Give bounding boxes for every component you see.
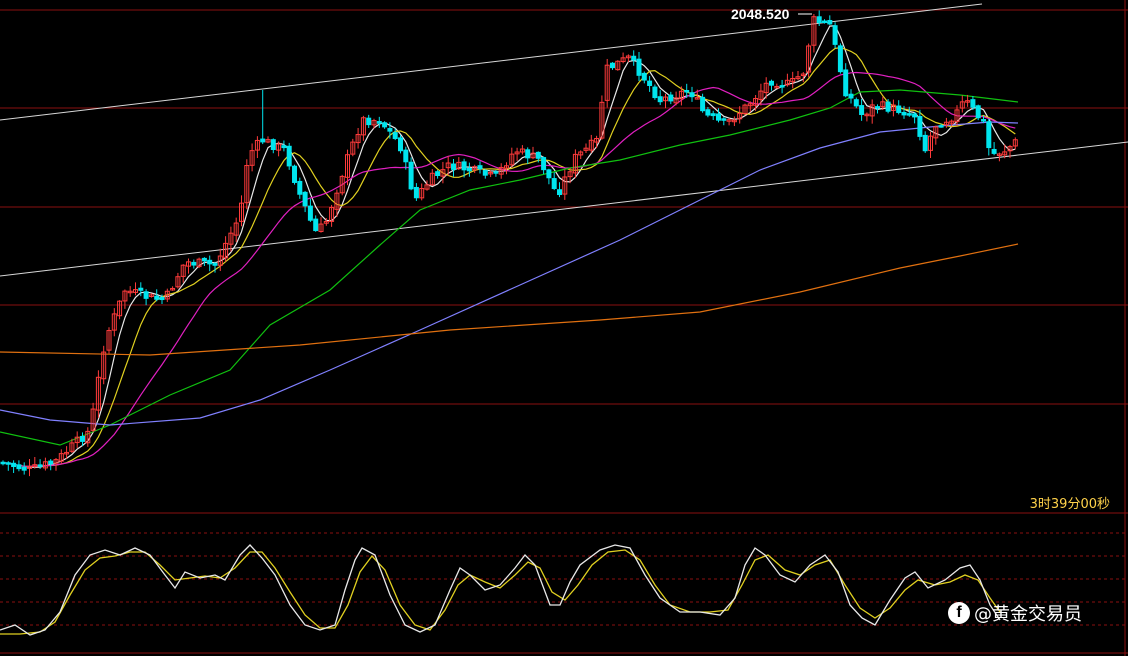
candle-body bbox=[493, 171, 499, 174]
candle-body bbox=[138, 287, 144, 291]
candle-body bbox=[191, 261, 197, 266]
candle-body bbox=[885, 101, 891, 112]
candle-body bbox=[0, 461, 6, 465]
candle-body bbox=[207, 259, 213, 265]
candle-body bbox=[382, 122, 388, 128]
candle-body bbox=[689, 92, 695, 98]
candle-body bbox=[16, 464, 22, 470]
candle-body bbox=[5, 462, 11, 465]
stoch-k-line bbox=[0, 544, 1001, 636]
candle-body bbox=[451, 163, 456, 170]
candle-body bbox=[906, 113, 912, 116]
candle-body bbox=[302, 191, 308, 207]
candle-body bbox=[875, 106, 880, 109]
candle-body bbox=[154, 295, 160, 300]
facebook-icon: f bbox=[948, 602, 970, 624]
candle-body bbox=[684, 90, 690, 93]
candle-body bbox=[636, 58, 642, 76]
candle-body bbox=[313, 218, 319, 232]
candle-body bbox=[700, 96, 706, 112]
candle-body bbox=[435, 171, 441, 176]
candle-body bbox=[143, 291, 149, 299]
candle-body bbox=[159, 296, 165, 301]
candle-body bbox=[647, 80, 653, 86]
candle-body bbox=[292, 165, 297, 183]
ma60-line bbox=[0, 89, 1019, 446]
candle-body bbox=[11, 462, 17, 468]
candle-body bbox=[901, 111, 907, 116]
candle-body bbox=[541, 157, 547, 171]
candle-body bbox=[938, 125, 944, 128]
candle-body bbox=[21, 466, 27, 471]
candle-body bbox=[641, 72, 647, 81]
candle-body bbox=[482, 170, 488, 176]
candle-body bbox=[981, 119, 986, 122]
candle-body bbox=[822, 20, 827, 24]
candle-body bbox=[848, 93, 854, 99]
candle-body bbox=[551, 178, 557, 190]
candle-body bbox=[387, 128, 393, 132]
candle-body bbox=[705, 109, 711, 116]
candle-body bbox=[557, 189, 562, 196]
candle-body bbox=[376, 121, 382, 124]
candle-body bbox=[721, 118, 727, 121]
candle-body bbox=[843, 69, 849, 97]
candle-body bbox=[631, 55, 637, 61]
candle-body bbox=[466, 167, 472, 172]
candle-body bbox=[779, 85, 785, 88]
candle-body bbox=[408, 161, 414, 190]
candle-body bbox=[80, 435, 85, 442]
high-price-label: 2048.520 bbox=[731, 6, 790, 22]
candle-body bbox=[392, 132, 398, 139]
candle-body bbox=[716, 113, 721, 121]
price-chart bbox=[0, 0, 1128, 656]
candle-body bbox=[912, 113, 918, 118]
candle-body bbox=[975, 105, 981, 119]
candle-body bbox=[212, 263, 218, 266]
candle-body bbox=[827, 19, 833, 25]
candle-body bbox=[270, 139, 276, 151]
candle-body bbox=[832, 25, 838, 45]
candle-body bbox=[896, 105, 902, 113]
candle-body bbox=[837, 45, 843, 73]
candle-body bbox=[461, 161, 467, 171]
channel-upper-line bbox=[0, 3, 983, 121]
candle-body bbox=[546, 169, 552, 179]
candle-body bbox=[922, 134, 928, 152]
candle-countdown: 3时39分00秒 bbox=[1029, 497, 1110, 512]
watermark-text: @黄金交易员 bbox=[974, 604, 1082, 625]
candle-body bbox=[286, 145, 292, 167]
candle-body bbox=[986, 121, 992, 149]
candle-body bbox=[769, 80, 774, 86]
candle-body bbox=[260, 138, 266, 143]
watermark: f @黄金交易员 bbox=[948, 600, 1082, 626]
candle-body bbox=[307, 205, 313, 221]
candle-body bbox=[610, 62, 615, 69]
candle-body bbox=[37, 464, 43, 467]
candle-body bbox=[535, 151, 541, 159]
candle-body bbox=[970, 99, 976, 108]
candle-body bbox=[297, 180, 303, 195]
candle-body bbox=[403, 149, 409, 163]
candle-body bbox=[525, 149, 531, 159]
candle-body bbox=[201, 257, 207, 262]
candle-body bbox=[710, 113, 716, 117]
candle-body bbox=[413, 186, 419, 199]
candle-body bbox=[816, 16, 822, 24]
candle-body bbox=[652, 86, 658, 99]
candle-body bbox=[917, 116, 923, 137]
candle-body bbox=[366, 117, 372, 126]
candle-body bbox=[477, 165, 483, 170]
candle-body bbox=[398, 137, 403, 152]
candle-body bbox=[48, 460, 54, 465]
ma20-line bbox=[2, 71, 1016, 468]
candle-body bbox=[853, 99, 859, 107]
candle-body bbox=[668, 94, 674, 102]
ma250-line bbox=[0, 243, 1019, 356]
candle-body bbox=[657, 96, 663, 103]
stoch-d-line bbox=[0, 549, 1001, 635]
candle-body bbox=[991, 148, 997, 154]
candle-body bbox=[281, 145, 287, 149]
candle-body bbox=[859, 105, 865, 116]
